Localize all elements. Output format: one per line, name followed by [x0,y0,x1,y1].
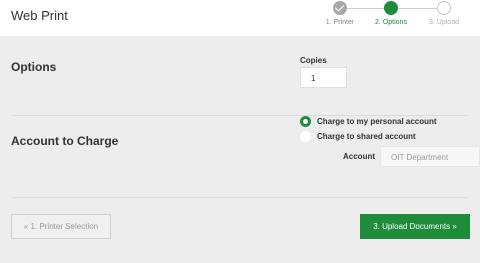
radio-unchecked-icon[interactable] [300,131,311,142]
account-label: Account [343,152,375,161]
radio-shared-account[interactable]: Charge to shared account [300,131,440,143]
options-title: Options [11,60,57,74]
header-bar: Web Print 1. Printer 2. Options 3. Uploa… [0,0,480,36]
copies-input[interactable]: 1 [300,67,347,88]
step-label-options: 2. Options [375,19,407,26]
step-label-upload: 3. Upload [429,19,459,26]
account-title: Account to Charge [11,134,119,148]
upload-documents-button[interactable]: 3. Upload Documents » [360,214,470,239]
radio-personal-account[interactable]: Charge to my personal account [300,116,460,128]
step-pending-dot-icon [437,1,451,15]
step-active-dot-icon [384,1,398,15]
account-select[interactable]: OIT Department [380,146,480,167]
section-divider [11,197,469,198]
step-done-check-icon [333,1,347,15]
back-printer-selection-button[interactable]: « 1. Printer Selection [11,214,111,239]
step-connector [398,8,437,9]
radio-checked-icon[interactable] [300,116,311,127]
radio-label-shared: Charge to shared account [317,132,416,141]
step-connector [347,8,384,9]
step-progress: 1. Printer 2. Options 3. Upload [0,0,480,36]
copies-label: Copies [300,56,327,65]
radio-label-personal: Charge to my personal account [317,117,437,126]
